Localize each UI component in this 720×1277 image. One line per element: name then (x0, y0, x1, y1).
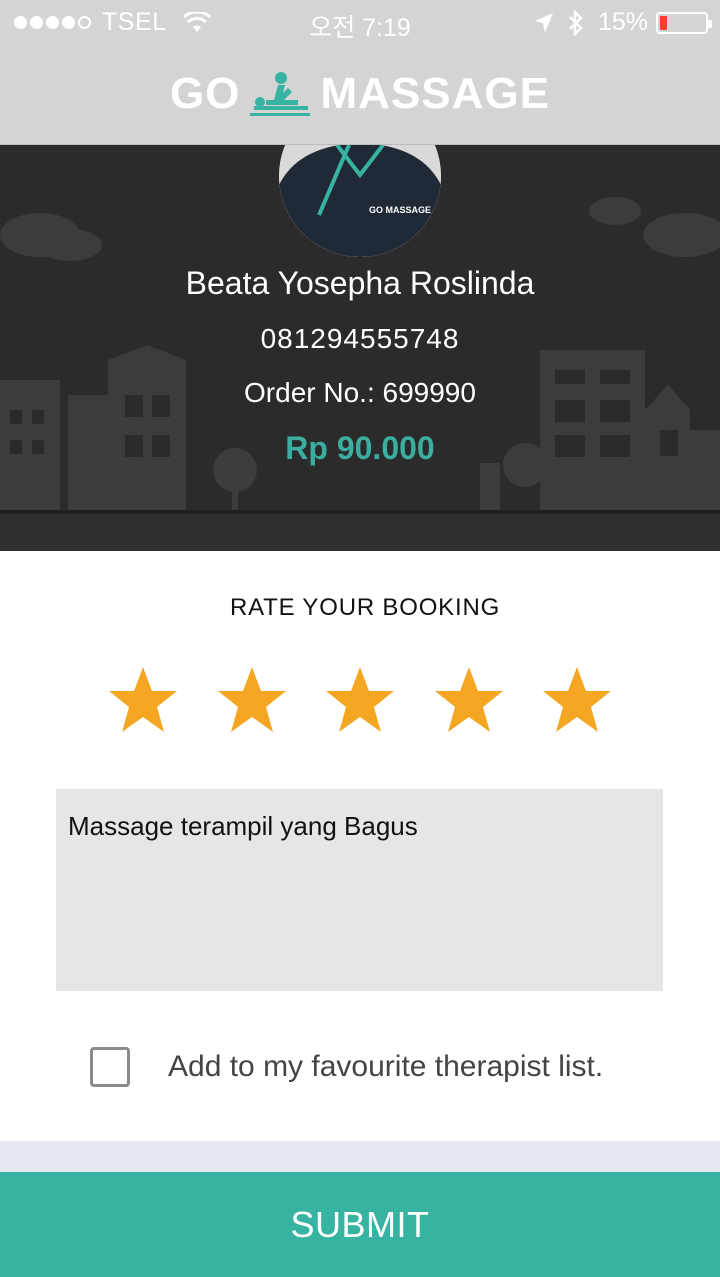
bluetooth-icon (569, 9, 583, 36)
battery-icon (656, 11, 712, 34)
favourite-label: Add to my favourite therapist list. (168, 1050, 604, 1083)
status-bar: TSEL 오전 7:19 15% (0, 0, 720, 44)
submit-button[interactable]: SUBMIT (0, 1172, 720, 1277)
status-right: 15% (534, 8, 712, 37)
logo-text-go: GO (170, 69, 241, 118)
section-divider (0, 1141, 720, 1172)
star-4-icon[interactable] (433, 665, 505, 735)
avatar-shirt-logo: GO MASSAGE (369, 205, 431, 215)
logo-text-massage: MASSAGE (320, 69, 550, 118)
therapist-name: Beata Yosepha Roslinda (185, 265, 535, 301)
favourite-option[interactable]: Add to my favourite therapist list. (90, 1047, 603, 1087)
therapist-card: GO MASSAGE Beata Yosepha Roslinda 081294… (0, 145, 720, 551)
therapist-phone: 081294555748 (260, 323, 460, 354)
massage-therapist-icon (250, 72, 311, 116)
battery-percent: 15% (597, 8, 648, 36)
location-arrow-icon (534, 12, 553, 33)
app-logo: GO MASSAGE (170, 69, 550, 119)
rating-title: RATE YOUR BOOKING (229, 594, 501, 621)
star-5-icon[interactable] (541, 665, 613, 735)
review-textarea[interactable]: Massage terampil yang Bagus (56, 789, 663, 991)
order-number: Order No.: 699990 (244, 377, 476, 408)
star-2-icon[interactable] (216, 665, 288, 735)
star-3-icon[interactable] (324, 665, 396, 735)
app-header: GO MASSAGE (0, 44, 720, 145)
booking-price: Rp 90.000 (285, 430, 435, 466)
favourite-checkbox[interactable] (90, 1047, 130, 1087)
star-1-icon[interactable] (107, 665, 179, 735)
